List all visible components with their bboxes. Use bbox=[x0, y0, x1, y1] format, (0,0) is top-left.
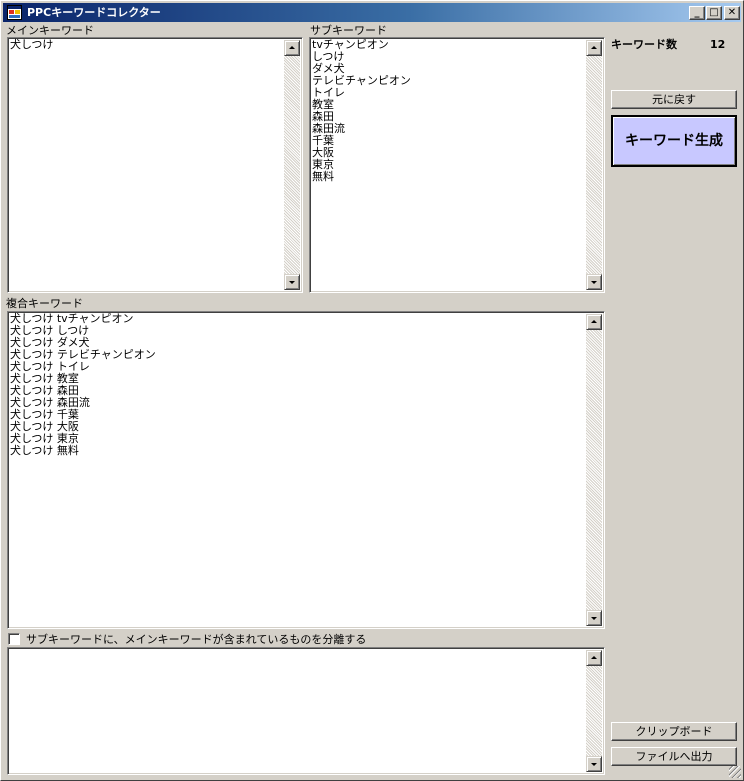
list-item[interactable]: トイレ bbox=[312, 87, 586, 99]
scroll-up-button[interactable] bbox=[586, 40, 602, 56]
separated-keyword-scrollbar[interactable] bbox=[586, 650, 602, 772]
scroll-down-button[interactable] bbox=[586, 756, 602, 772]
main-keyword-scrollbar[interactable] bbox=[284, 40, 300, 290]
list-item[interactable]: 犬しつけ 大阪 bbox=[10, 421, 586, 433]
app-window: PPCキーワードコレクター _ □ ✕ メインキーワード 犬しつけ サブキーワー… bbox=[0, 0, 744, 781]
sub-keyword-list[interactable]: tvチャンピオン しつけ ダメ犬 テレビチャンピオン トイレ 教室 森田 森田流 千葉 大阪 東京無… bbox=[309, 37, 605, 293]
combined-keyword-label: 複合キーワード bbox=[6, 297, 83, 310]
list-item[interactable]: 犬しつけ tvチャンピオン bbox=[10, 313, 586, 325]
sub-keyword-lines: tvチャンピオン しつけ ダメ犬 テレビチャンピオン トイレ 教室 森田 森田流 千葉 大阪 東京無… bbox=[312, 39, 586, 183]
keyword-count-value: 12 bbox=[710, 38, 726, 51]
scroll-down-button[interactable] bbox=[586, 274, 602, 290]
sub-keyword-label: サブキーワード bbox=[310, 24, 387, 37]
list-item[interactable]: 犬しつけ 無料 bbox=[10, 445, 586, 457]
list-item[interactable]: 犬しつけ 森田 bbox=[10, 385, 586, 397]
close-button[interactable]: ✕ bbox=[724, 6, 740, 20]
combined-keyword-scrollbar[interactable] bbox=[586, 314, 602, 626]
list-item[interactable]: 大阪 bbox=[312, 147, 586, 159]
list-item[interactable]: 犬しつけ しつけ bbox=[10, 325, 586, 337]
separate-checkbox[interactable] bbox=[8, 633, 20, 645]
list-item[interactable]: 無料 bbox=[312, 171, 586, 183]
maximize-button[interactable]: □ bbox=[706, 6, 722, 20]
resize-grip-icon[interactable] bbox=[729, 766, 741, 778]
list-item[interactable]: tvチャンピオン bbox=[312, 39, 586, 51]
combined-keyword-list[interactable]: 犬しつけ tvチャンピオン 犬しつけ しつけ 犬しつけ ダメ犬 犬しつけ テレビチャン… bbox=[7, 311, 605, 629]
title-bar[interactable]: PPCキーワードコレクター _ □ ✕ bbox=[3, 3, 741, 22]
list-item[interactable]: 森田 bbox=[312, 111, 586, 123]
list-item[interactable]: 犬しつけ トイレ bbox=[10, 361, 586, 373]
list-item[interactable]: 犬しつけ テレビチャンピオン bbox=[10, 349, 586, 361]
scroll-up-button[interactable] bbox=[586, 314, 602, 330]
app-icon bbox=[7, 5, 22, 20]
scroll-up-button[interactable] bbox=[284, 40, 300, 56]
list-item[interactable]: 犬しつけ bbox=[10, 39, 284, 51]
list-item[interactable]: 東京 bbox=[312, 159, 586, 171]
main-keyword-label: メインキーワード bbox=[6, 24, 94, 37]
clipboard-button[interactable]: クリップボード bbox=[611, 722, 737, 741]
list-item[interactable]: 犬しつけ 東京 bbox=[10, 433, 586, 445]
list-item[interactable]: 森田流 bbox=[312, 123, 586, 135]
scroll-down-button[interactable] bbox=[284, 274, 300, 290]
list-item[interactable]: 犬しつけ 森田流 bbox=[10, 397, 586, 409]
main-keyword-list[interactable]: 犬しつけ bbox=[7, 37, 303, 293]
export-file-button[interactable]: ファイルへ出力 bbox=[611, 747, 737, 766]
scroll-down-button[interactable] bbox=[586, 610, 602, 626]
sub-keyword-scrollbar[interactable] bbox=[586, 40, 602, 290]
list-item[interactable]: 犬しつけ 千葉 bbox=[10, 409, 586, 421]
combined-keyword-lines: 犬しつけ tvチャンピオン 犬しつけ しつけ 犬しつけ ダメ犬 犬しつけ テレビチャン… bbox=[10, 313, 586, 457]
window-title: PPCキーワードコレクター bbox=[27, 6, 161, 19]
list-item[interactable]: 教室 bbox=[312, 99, 586, 111]
generate-keyword-button[interactable]: キーワード生成 bbox=[611, 115, 737, 167]
list-item[interactable]: テレビチャンピオン bbox=[312, 75, 586, 87]
keyword-count-label: キーワード数 bbox=[611, 38, 677, 51]
minimize-button[interactable]: _ bbox=[689, 6, 705, 20]
list-item[interactable]: しつけ bbox=[312, 51, 586, 63]
separate-checkbox-label[interactable]: サブキーワードに、メインキーワードが含まれているものを分離する bbox=[26, 633, 366, 646]
separated-keyword-list[interactable] bbox=[7, 647, 605, 775]
list-item[interactable]: 千葉 bbox=[312, 135, 586, 147]
main-keyword-lines: 犬しつけ bbox=[10, 39, 284, 51]
scroll-up-button[interactable] bbox=[586, 650, 602, 666]
list-item[interactable]: 犬しつけ 教室 bbox=[10, 373, 586, 385]
undo-button[interactable]: 元に戻す bbox=[611, 90, 737, 109]
